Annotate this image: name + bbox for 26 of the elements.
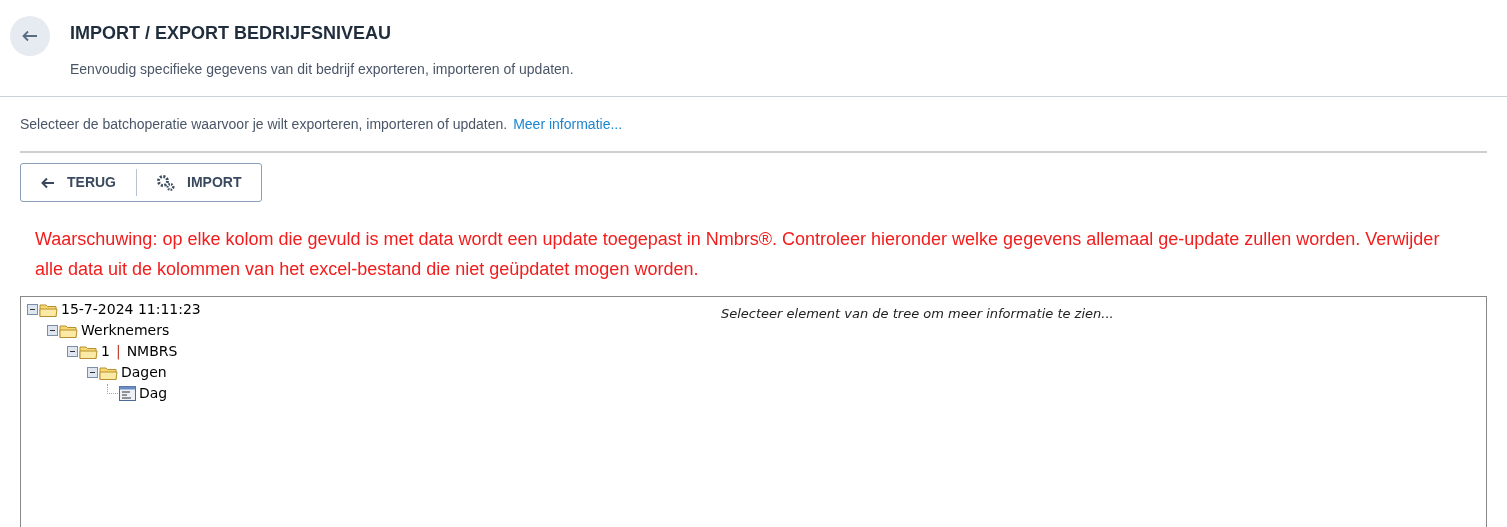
back-arrow-icon	[41, 176, 55, 189]
page-title: IMPORT / EXPORT BEDRIJFSNIVEAU	[70, 22, 393, 45]
intro-text: Selecteer de batchoperatie waarvoor je wilt exporteren, importeren of updaten.	[20, 114, 508, 134]
tree-node[interactable]: 1 | NMBRS	[101, 341, 178, 362]
back-arrow-icon	[22, 30, 38, 42]
page-subtitle: Eenvoudig specifieke gegevens van dit bedrijf exporteren, importeren of updaten.	[70, 60, 574, 79]
more-info-link[interactable]: Meer informatie...	[513, 113, 623, 135]
warning-message: Waarschuwing: op elke kolom die gevuld is met data wordt een update toegepast in Nmbrs®. Controleer hieronder welke gegevens allemaal ge-update zullen worden. Verwijder alle data uit de kolommen van het excel-bestand die niet geüpdatet mogen worden.	[34, 228, 1441, 281]
folder-icon	[79, 344, 98, 359]
back-button[interactable]: TERUG	[21, 164, 136, 201]
detail-hint: Selecteer element van de tree om meer informatie te zien...	[721, 306, 1114, 321]
collapse-icon[interactable]	[27, 304, 38, 315]
tree-node[interactable]: Dagen	[121, 362, 167, 383]
gears-icon	[157, 174, 175, 191]
folder-icon	[99, 365, 118, 380]
collapse-icon[interactable]	[67, 346, 78, 357]
back-button[interactable]	[10, 16, 50, 56]
tree-node[interactable]: Dag	[139, 383, 168, 404]
tree-node[interactable]: Werknemers	[81, 320, 170, 341]
folder-icon	[39, 302, 58, 317]
tree-node[interactable]: 15-7-2024 11:11:23	[61, 299, 201, 320]
collapse-icon[interactable]	[87, 367, 98, 378]
collapse-icon[interactable]	[47, 325, 58, 336]
list-icon	[119, 386, 136, 401]
import-button[interactable]: IMPORT	[136, 169, 262, 196]
folder-icon	[59, 323, 78, 338]
